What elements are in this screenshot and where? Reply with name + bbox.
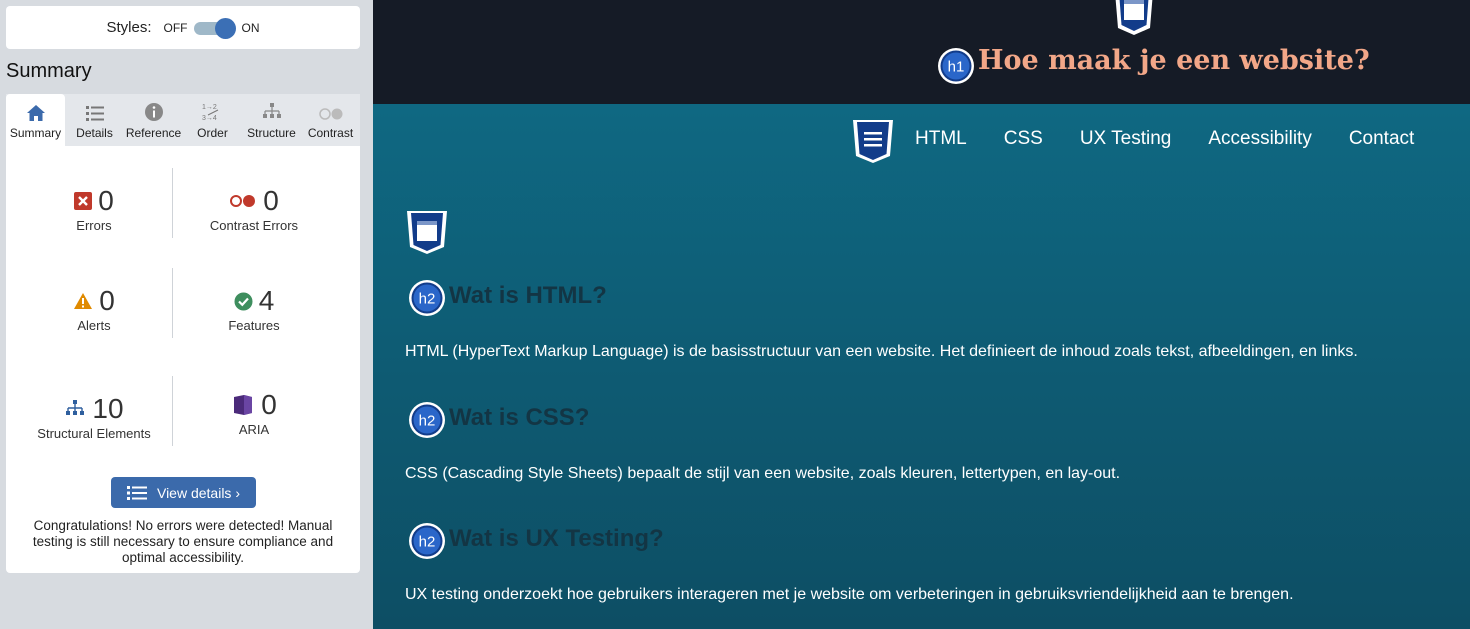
- tab-structure[interactable]: Structure: [242, 94, 301, 146]
- tab-summary-label: Summary: [9, 126, 62, 140]
- wave-sidebar: Styles: OFF ON Summary Summary Details R…: [0, 0, 373, 629]
- nav-link-css[interactable]: CSS: [1004, 128, 1043, 150]
- structural-elements-stat: 10 Structural Elements: [14, 392, 174, 441]
- feature-check-icon: [234, 292, 253, 310]
- contrast-errors-count: 0: [263, 185, 279, 216]
- styles-on-label: ON: [241, 20, 260, 35]
- tab-reference-label: Reference: [125, 126, 182, 140]
- page-preview: h1 Hoe maak je een website? HTML CSS UX …: [373, 0, 1470, 629]
- h2-badge-label: h2: [419, 413, 436, 430]
- main-region-icon: [407, 211, 447, 254]
- tab-reference[interactable]: Reference: [124, 94, 183, 146]
- styles-toggle-bar: Styles: OFF ON: [6, 6, 360, 49]
- tab-order-label: Order: [197, 126, 228, 140]
- alerts-stat: 0 Alerts: [14, 284, 174, 333]
- list-icon: [85, 106, 104, 121]
- contrast-errors-stat: 0 Contrast Errors: [174, 184, 334, 233]
- h2-badge-label: h2: [419, 291, 436, 308]
- page-title: Hoe maak je een website?: [978, 45, 1370, 76]
- errors-stat: 0 Errors: [14, 184, 174, 233]
- structural-elements-label: Structural Elements: [37, 426, 151, 441]
- hero-header: h1 Hoe maak je een website?: [373, 0, 1470, 104]
- alerts-count: 0: [99, 285, 115, 316]
- order-icon: 1→2 3→4: [202, 104, 218, 122]
- error-icon: [74, 192, 93, 210]
- summary-heading: Summary: [6, 60, 92, 82]
- aria-count: 0: [261, 389, 277, 420]
- aria-label: ARIA: [238, 422, 270, 437]
- section-text-html: HTML (HyperText Markup Language) is de b…: [405, 343, 1358, 360]
- section-text-css: CSS (Cascading Style Sheets) bepaalt de …: [405, 465, 1121, 482]
- tab-order[interactable]: 1→2 3→4 Order: [183, 94, 242, 146]
- structure-icon: [262, 103, 281, 118]
- features-count: 4: [258, 285, 275, 316]
- tab-summary[interactable]: Summary: [6, 94, 65, 146]
- section-heading-ux-testing: Wat is UX Testing?: [449, 525, 664, 552]
- tab-contrast-label: Contrast: [307, 126, 354, 140]
- info-icon: [144, 103, 163, 121]
- alert-icon: [74, 293, 93, 309]
- structural-elements-count: 10: [92, 393, 124, 424]
- errors-label: Errors: [76, 218, 112, 233]
- contrast-error-icon: [230, 195, 256, 207]
- main-nav: HTML CSS UX Testing Accessibility Contac…: [915, 128, 1451, 150]
- alerts-label: Alerts: [77, 318, 111, 333]
- nav-link-html[interactable]: HTML: [915, 128, 967, 150]
- features-stat: 4 Features: [174, 284, 334, 333]
- aria-cube-icon: [234, 395, 253, 415]
- h1-heading-icon: h1: [938, 48, 974, 84]
- view-details-label: View details ›: [156, 484, 240, 501]
- view-details-button[interactable]: View details ›: [111, 477, 256, 508]
- home-icon: [26, 105, 45, 121]
- contrast-errors-label: Contrast Errors: [209, 218, 299, 233]
- styles-off-label: OFF: [163, 20, 188, 35]
- list-icon: [126, 485, 147, 500]
- wave-tabs: Summary Details Reference 1→2 3→4 Order: [6, 94, 360, 146]
- nav-link-accessibility[interactable]: Accessibility: [1208, 128, 1311, 150]
- errors-count: 0: [98, 185, 114, 216]
- section-text-ux-testing: UX testing onderzoekt hoe gebruikers int…: [405, 586, 1294, 603]
- h1-badge-label: h1: [948, 59, 965, 76]
- aria-stat: 0 ARIA: [174, 388, 334, 437]
- h2-heading-icon: h2: [409, 523, 445, 559]
- header-icon: [1115, 0, 1153, 35]
- styles-toggle[interactable]: [192, 17, 236, 39]
- nav-link-contact[interactable]: Contact: [1349, 128, 1414, 150]
- congratulations-message: Congratulations! No errors were detected…: [32, 518, 334, 565]
- features-label: Features: [228, 318, 280, 333]
- h2-heading-icon: h2: [409, 402, 445, 438]
- tab-details[interactable]: Details: [65, 94, 124, 146]
- nav-link-ux-testing[interactable]: UX Testing: [1080, 128, 1172, 150]
- navigation-icon: [853, 120, 893, 163]
- summary-panel: 0 Errors 0 Contrast Errors 0 Alerts 4 Fe…: [6, 146, 360, 573]
- h2-heading-icon: h2: [409, 280, 445, 316]
- svg-text:3→4: 3→4: [202, 115, 217, 122]
- contrast-toggle-icon: [318, 108, 342, 120]
- tab-details-label: Details: [76, 126, 113, 140]
- section-heading-html: Wat is HTML?: [449, 282, 607, 309]
- svg-text:1→2: 1→2: [202, 104, 217, 111]
- structure-icon: [66, 400, 85, 415]
- styles-label: Styles:: [106, 19, 152, 36]
- tab-contrast[interactable]: Contrast: [301, 94, 360, 146]
- tab-structure-label: Structure: [247, 126, 296, 140]
- h2-badge-label: h2: [419, 534, 436, 551]
- section-heading-css: Wat is CSS?: [449, 404, 590, 431]
